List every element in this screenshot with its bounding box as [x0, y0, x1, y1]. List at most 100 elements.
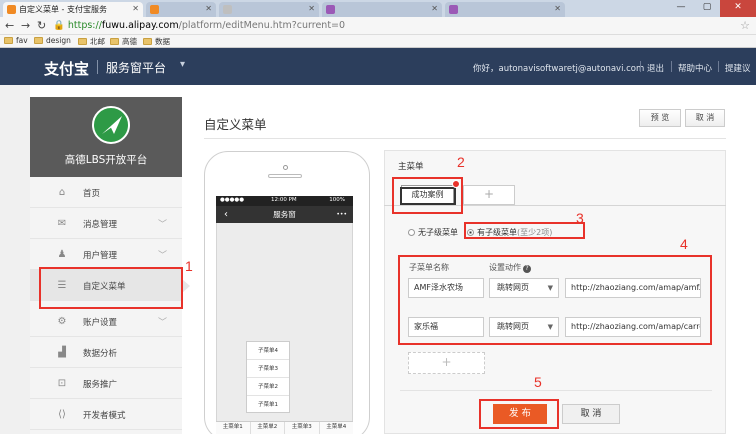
annotation-box-2 — [392, 177, 463, 214]
header-divider — [97, 60, 98, 74]
submenu-item: 子菜单2 — [247, 378, 289, 396]
window-close-icon[interactable]: ✕ — [720, 0, 756, 17]
close-tab-icon[interactable]: ✕ — [554, 4, 561, 13]
title-divider — [204, 138, 726, 139]
user-greeting: 你好，autonavisoftwaretj@autonavi.com — [473, 64, 645, 74]
platform-dropdown-icon[interactable]: ▾ — [180, 59, 185, 70]
close-tab-icon[interactable]: ✕ — [132, 4, 139, 13]
add-submenu-button[interactable]: + — [408, 352, 485, 374]
header-separator — [671, 61, 672, 72]
suggestion-link[interactable]: 提建议 — [725, 62, 751, 74]
alipay-favicon-icon — [7, 5, 16, 14]
page-title: 自定义菜单 — [204, 117, 267, 132]
browser-tab[interactable]: ✕ — [445, 2, 565, 17]
forward-arrow-icon[interactable]: → — [21, 19, 30, 32]
cancel-button[interactable]: 取 消 — [562, 404, 620, 424]
annotation-number-2: 2 — [457, 154, 465, 170]
sidebar-item-promotion[interactable]: ⊡ 服务推广 — [30, 368, 182, 399]
tab-favicon-icon — [150, 5, 159, 14]
bookmark-label: 高德 — [122, 37, 137, 46]
bookmark-label: 北邮 — [90, 37, 105, 46]
sidebar-item-account-settings[interactable]: ⚙ 账户设置 ﹀ — [30, 306, 182, 337]
signal-indicator: ●●●●● — [220, 197, 244, 203]
phone-status-bar: ●●●●● 12:00 PM 100% — [216, 196, 353, 206]
browser-tab[interactable]: ✕ — [219, 2, 319, 17]
code-icon: ⟨⟩ — [58, 409, 66, 420]
annotation-box-1 — [39, 267, 183, 309]
radio-icon — [408, 229, 415, 236]
sidebar-item-users[interactable]: ♟ 用户管理 ﹀ — [30, 239, 182, 270]
radio-no-submenu[interactable]: 无子级菜单 — [408, 227, 458, 238]
logout-link[interactable]: 退出 — [647, 62, 664, 74]
minimize-icon[interactable]: — — [668, 0, 694, 17]
more-icon: ••• — [336, 211, 347, 218]
browser-tab-title: 自定义菜单 - 支付宝服务 — [19, 5, 107, 14]
annotation-number-3: 3 — [576, 210, 584, 226]
address-bar[interactable]: 🔒 https://fuwu.alipay.com/platform/editMe… — [53, 19, 743, 33]
cancel-top-button[interactable]: 取 消 — [685, 109, 725, 127]
url-host: fuwu.alipay.com — [101, 20, 179, 31]
chevron-down-icon: ﹀ — [158, 220, 168, 230]
annotation-number-4: 4 — [680, 236, 688, 252]
bookmark-label: design — [46, 36, 71, 45]
users-icon: ♟ — [57, 249, 67, 260]
sidebar-item-messages[interactable]: ✉ 消息管理 ﹀ — [30, 208, 182, 239]
alipay-logo[interactable]: 支付宝 — [44, 58, 89, 79]
browser-tab[interactable]: ✕ — [146, 2, 216, 17]
close-tab-icon[interactable]: ✕ — [205, 4, 212, 13]
sidebar-item-analytics[interactable]: ▟ 数据分析 — [30, 337, 182, 368]
reload-icon[interactable]: ↻ — [37, 19, 46, 32]
window-controls: — ▢ ✕ — [668, 0, 756, 17]
browser-tab-bar: 自定义菜单 - 支付宝服务 ✕ ✕ ✕ ✕ ✕ — ▢ ✕ — [0, 0, 756, 17]
phone-menu-item: 主菜单4 — [326, 424, 347, 430]
submenu-item: 子菜单4 — [247, 342, 289, 360]
bookmark-gaode[interactable]: 高德 — [110, 36, 137, 47]
annotation-box-5 — [479, 399, 559, 429]
sidebar-item-label: 首页 — [83, 189, 101, 199]
bookmark-design[interactable]: design — [34, 36, 71, 45]
sidebar-item-home[interactable]: ⌂ 首页 — [30, 177, 182, 208]
sidebar-item-label: 数据分析 — [83, 349, 118, 359]
maximize-icon[interactable]: ▢ — [694, 0, 720, 17]
phone-title: 服务窗 — [273, 210, 296, 219]
phone-menu-item: 主菜单1 — [216, 422, 251, 434]
lock-icon: 🔒 — [53, 20, 65, 31]
phone-camera — [283, 165, 288, 170]
add-menu-tab-button[interactable]: + — [463, 185, 515, 205]
help-center-link[interactable]: 帮助中心 — [678, 62, 712, 74]
platform-name: 服务窗平台 — [106, 61, 167, 75]
browser-toolbar: ← → ↻ 🔒 https://fuwu.alipay.com/platform/… — [0, 17, 756, 35]
sidebar-item-developer-mode[interactable]: ⟨⟩ 开发者模式 — [30, 399, 182, 430]
tab-favicon-icon — [326, 5, 335, 14]
bookmark-data[interactable]: 数据 — [143, 36, 170, 47]
close-tab-icon[interactable]: ✕ — [431, 4, 438, 13]
annotation-number-1: 1 — [185, 258, 193, 274]
sidebar-item-label: 消息管理 — [83, 220, 118, 230]
phone-menu-item: 主菜单2 — [251, 422, 285, 434]
header-separator — [640, 61, 641, 72]
submenu-item: 子菜单1 — [258, 402, 278, 408]
browser-tab-active[interactable]: 自定义菜单 - 支付宝服务 ✕ — [3, 2, 143, 17]
folder-icon — [143, 38, 152, 45]
chart-icon: ▟ — [58, 347, 66, 358]
amap-logo-icon — [92, 106, 130, 144]
tab-favicon-icon — [449, 5, 458, 14]
phone-title-bar: ‹ 服务窗 ••• — [216, 206, 353, 223]
chevron-down-icon: ﹀ — [158, 318, 168, 328]
header-separator — [718, 61, 719, 72]
bookmark-star-icon[interactable]: ☆ — [740, 19, 750, 32]
annotation-box-3 — [464, 222, 585, 239]
phone-bottom-menu: 主菜单1 主菜单2 主菜单3 主菜单4 — [216, 421, 353, 434]
chevron-down-icon: ﹀ — [158, 251, 168, 261]
back-icon: ‹ — [224, 209, 228, 220]
close-tab-icon[interactable]: ✕ — [308, 4, 315, 13]
bookmark-beiyou[interactable]: 北邮 — [78, 36, 105, 47]
sidebar-item-label: 开发者模式 — [83, 411, 126, 421]
back-arrow-icon[interactable]: ← — [5, 19, 14, 32]
annotation-number-5: 5 — [534, 374, 542, 390]
submenu-item: 子菜单3 — [247, 360, 289, 378]
bookmark-fav[interactable]: fav — [4, 36, 28, 45]
preview-button[interactable]: 预 览 — [639, 109, 681, 127]
browser-tab[interactable]: ✕ — [322, 2, 442, 17]
radio-label: 无子级菜单 — [418, 228, 458, 237]
